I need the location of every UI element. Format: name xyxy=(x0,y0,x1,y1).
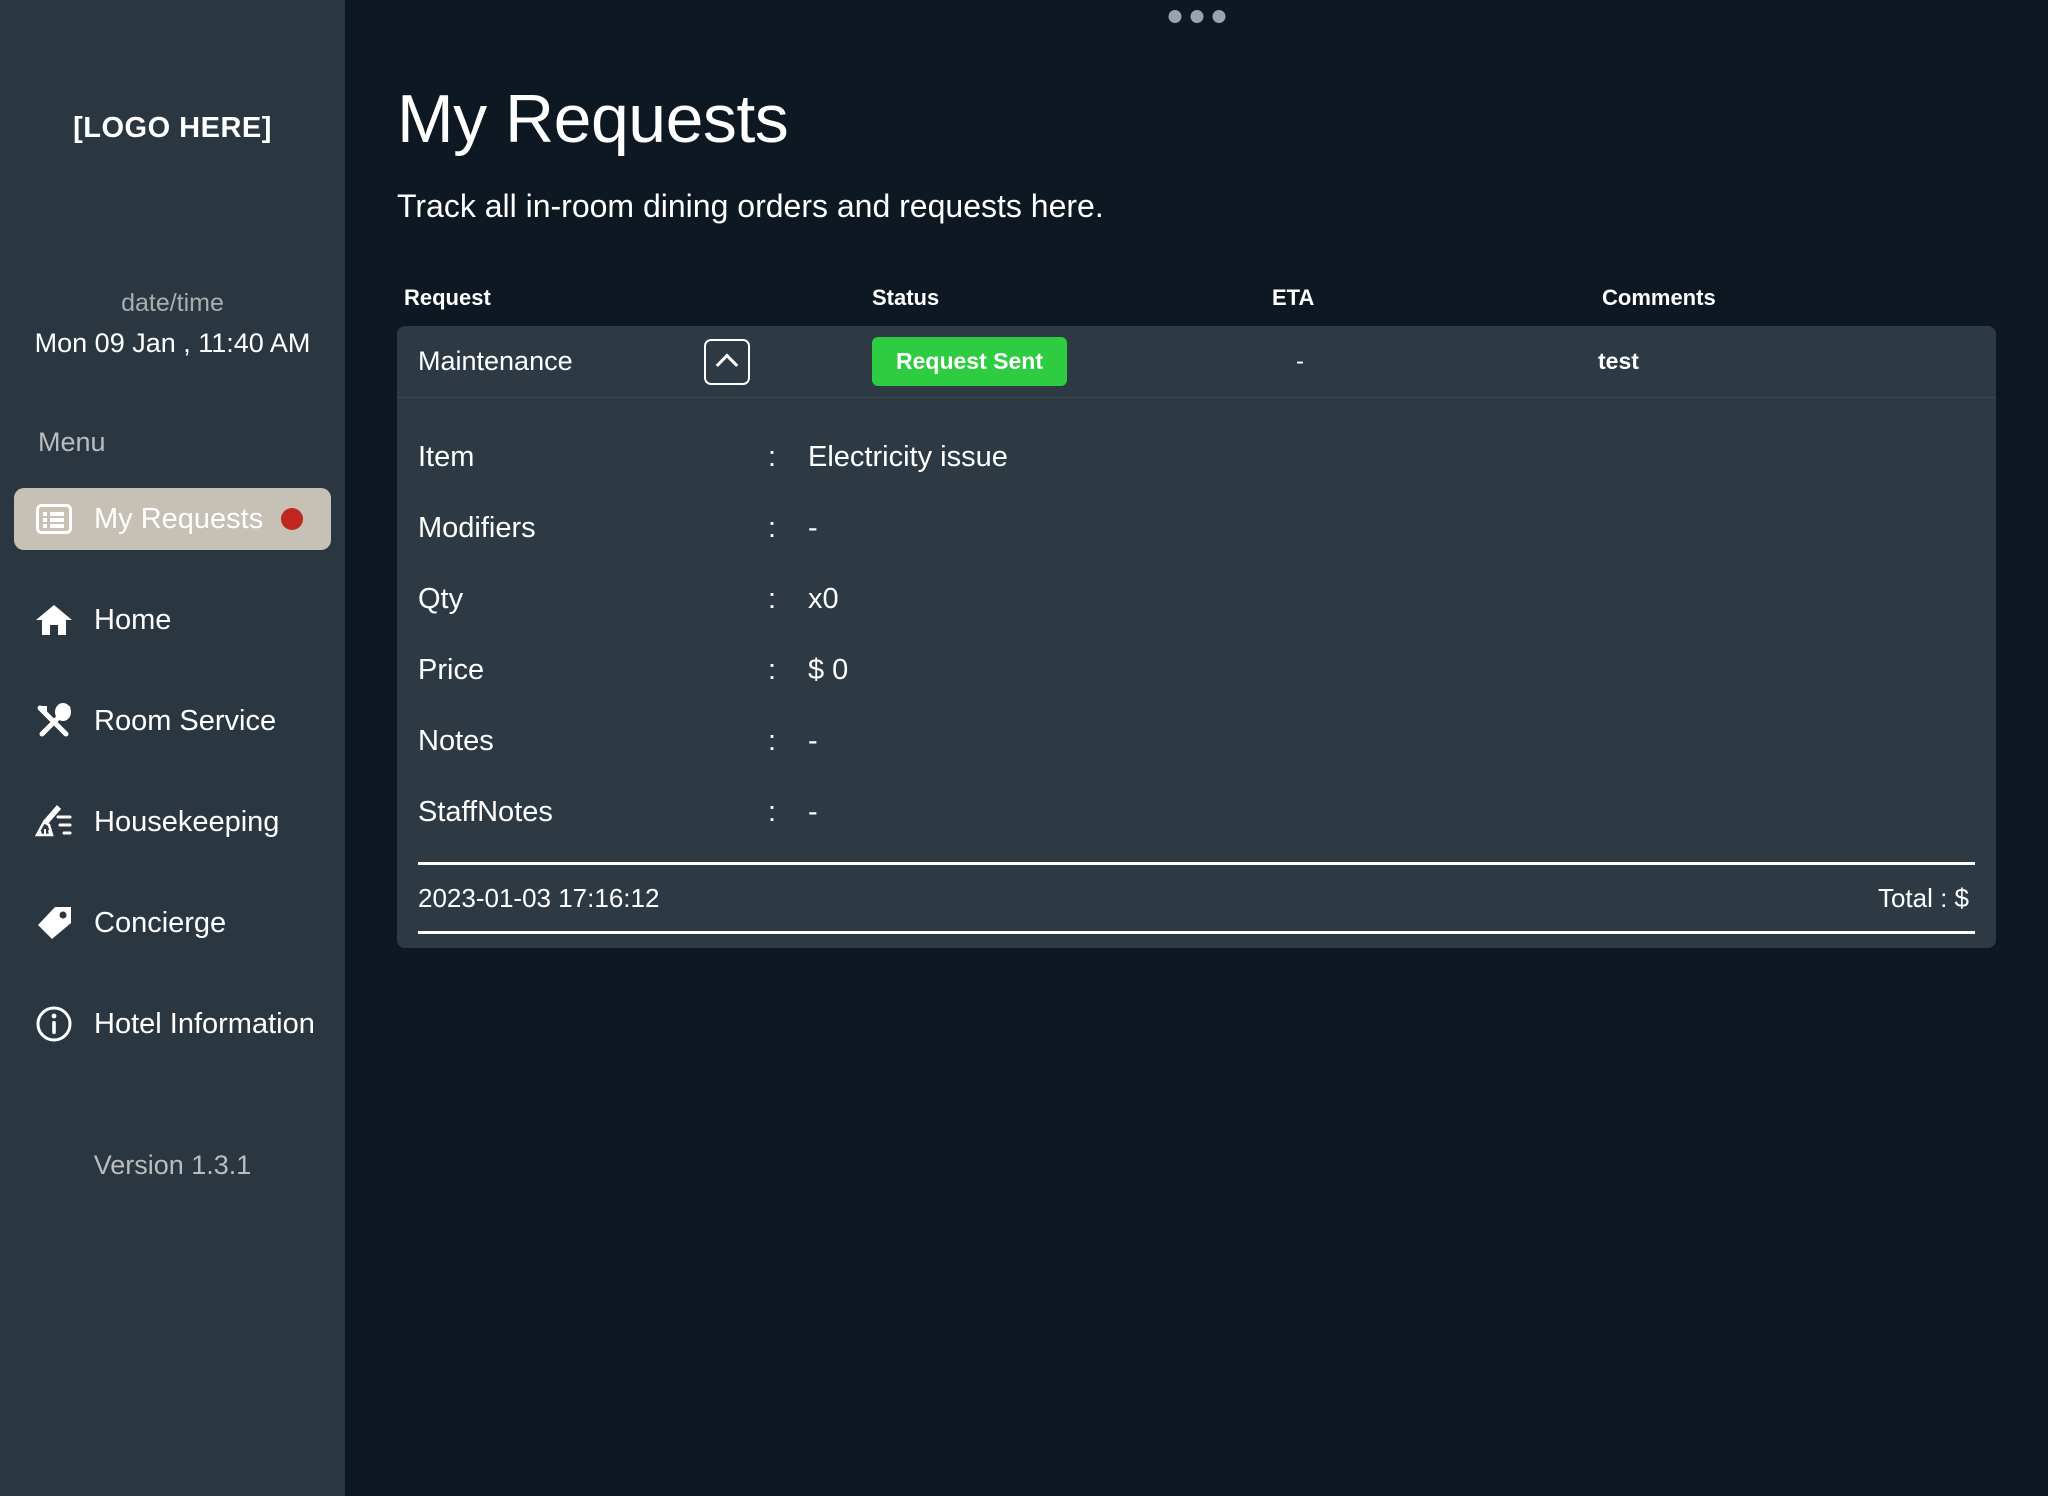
request-name: Maintenance xyxy=(418,346,573,376)
chevron-up-icon xyxy=(715,353,739,376)
collapse-toggle-button[interactable] xyxy=(704,338,750,385)
eta-value: - xyxy=(1296,347,1304,375)
detail-label: Item xyxy=(418,441,475,473)
main-content: My Requests Track all in-room dining ord… xyxy=(345,0,2048,1496)
detail-row: Modifiers : - xyxy=(397,493,1996,564)
sidebar-item-label: Room Service xyxy=(94,704,277,737)
request-details: Item : Electricity issue Modifiers : - Q… xyxy=(397,398,1996,848)
detail-label: Qty xyxy=(418,583,464,615)
logo: [LOGO HERE] xyxy=(73,112,272,144)
sidebar-item-hotel-information[interactable]: Hotel Information xyxy=(14,993,331,1055)
drag-handle-dots[interactable] xyxy=(1168,10,1225,23)
detail-label: Price xyxy=(418,654,485,686)
detail-value: - xyxy=(808,796,818,828)
notification-badge-dot xyxy=(281,508,304,530)
detail-colon: : xyxy=(768,583,777,615)
cutlery-icon xyxy=(30,699,78,743)
detail-colon: : xyxy=(768,512,777,544)
detail-row: Price : $ 0 xyxy=(397,635,1996,706)
sidebar-item-concierge[interactable]: Concierge xyxy=(14,892,331,954)
sidebar-item-label: Housekeeping xyxy=(94,805,280,838)
request-card-footer: 2023-01-03 17:16:12 Total : $ xyxy=(418,862,1975,934)
column-header-comments: Comments xyxy=(1602,285,1716,310)
detail-colon: : xyxy=(768,654,777,686)
sidebar-item-label: Concierge xyxy=(94,906,227,939)
sidebar-item-home[interactable]: Home xyxy=(14,589,331,651)
sidebar-item-room-service[interactable]: Room Service xyxy=(14,690,331,752)
broom-icon xyxy=(30,800,78,844)
tag-icon xyxy=(30,901,78,945)
sidebar-item-label: My Requests xyxy=(94,502,264,535)
detail-label: Modifiers xyxy=(418,512,536,544)
page-title: My Requests xyxy=(397,81,789,157)
detail-colon: : xyxy=(768,441,777,473)
detail-row: Qty : x0 xyxy=(397,564,1996,635)
detail-value: - xyxy=(808,725,818,757)
detail-value: $ 0 xyxy=(808,654,849,686)
page-subtitle: Track all in-room dining orders and requ… xyxy=(397,188,1104,224)
detail-row: StaffNotes : - xyxy=(397,777,1996,848)
table-header-row: Request Status ETA Comments xyxy=(397,285,1996,311)
comments-value: test xyxy=(1598,348,1639,374)
sidebar: [LOGO HERE] date/time Mon 09 Jan , 11:40… xyxy=(0,0,345,1496)
detail-value: - xyxy=(808,512,818,544)
column-header-status: Status xyxy=(872,285,940,310)
dot-2 xyxy=(1190,10,1203,23)
version-label: Version 1.3.1 xyxy=(93,1150,252,1180)
status-badge: Request Sent xyxy=(872,337,1067,386)
datetime-value: Mon 09 Jan , 11:40 AM xyxy=(34,328,311,358)
sidebar-menu: My Requests Home Room Service Housekeepi… xyxy=(0,488,345,1094)
detail-colon: : xyxy=(768,725,777,757)
detail-value: x0 xyxy=(808,583,839,615)
info-circle-icon xyxy=(30,1002,78,1046)
datetime-label: date/time xyxy=(121,289,224,317)
detail-label: Notes xyxy=(418,725,494,757)
order-total: Total : $ xyxy=(1877,882,1969,913)
sidebar-item-housekeeping[interactable]: Housekeeping xyxy=(14,791,331,853)
request-card: Maintenance Request Sent - test Item : E… xyxy=(397,326,1996,948)
request-summary-row[interactable]: Maintenance Request Sent - test xyxy=(397,326,1996,398)
home-icon xyxy=(30,598,78,642)
detail-label: StaffNotes xyxy=(418,796,553,828)
detail-row: Item : Electricity issue xyxy=(397,422,1996,493)
column-header-eta: ETA xyxy=(1272,285,1315,310)
detail-row: Notes : - xyxy=(397,706,1996,777)
sidebar-item-label: Hotel Information xyxy=(94,1007,315,1040)
dot-1 xyxy=(1168,10,1181,23)
status-cell: Request Sent xyxy=(750,337,1150,386)
sidebar-item-my-requests[interactable]: My Requests xyxy=(14,488,331,550)
dot-3 xyxy=(1212,10,1225,23)
order-timestamp: 2023-01-03 17:16:12 xyxy=(418,882,660,913)
menu-section-label: Menu xyxy=(38,427,106,457)
detail-value: Electricity issue xyxy=(808,441,1008,473)
column-header-request: Request xyxy=(404,285,491,310)
detail-colon: : xyxy=(768,796,777,828)
sidebar-item-label: Home xyxy=(94,603,172,636)
list-icon xyxy=(30,497,78,541)
